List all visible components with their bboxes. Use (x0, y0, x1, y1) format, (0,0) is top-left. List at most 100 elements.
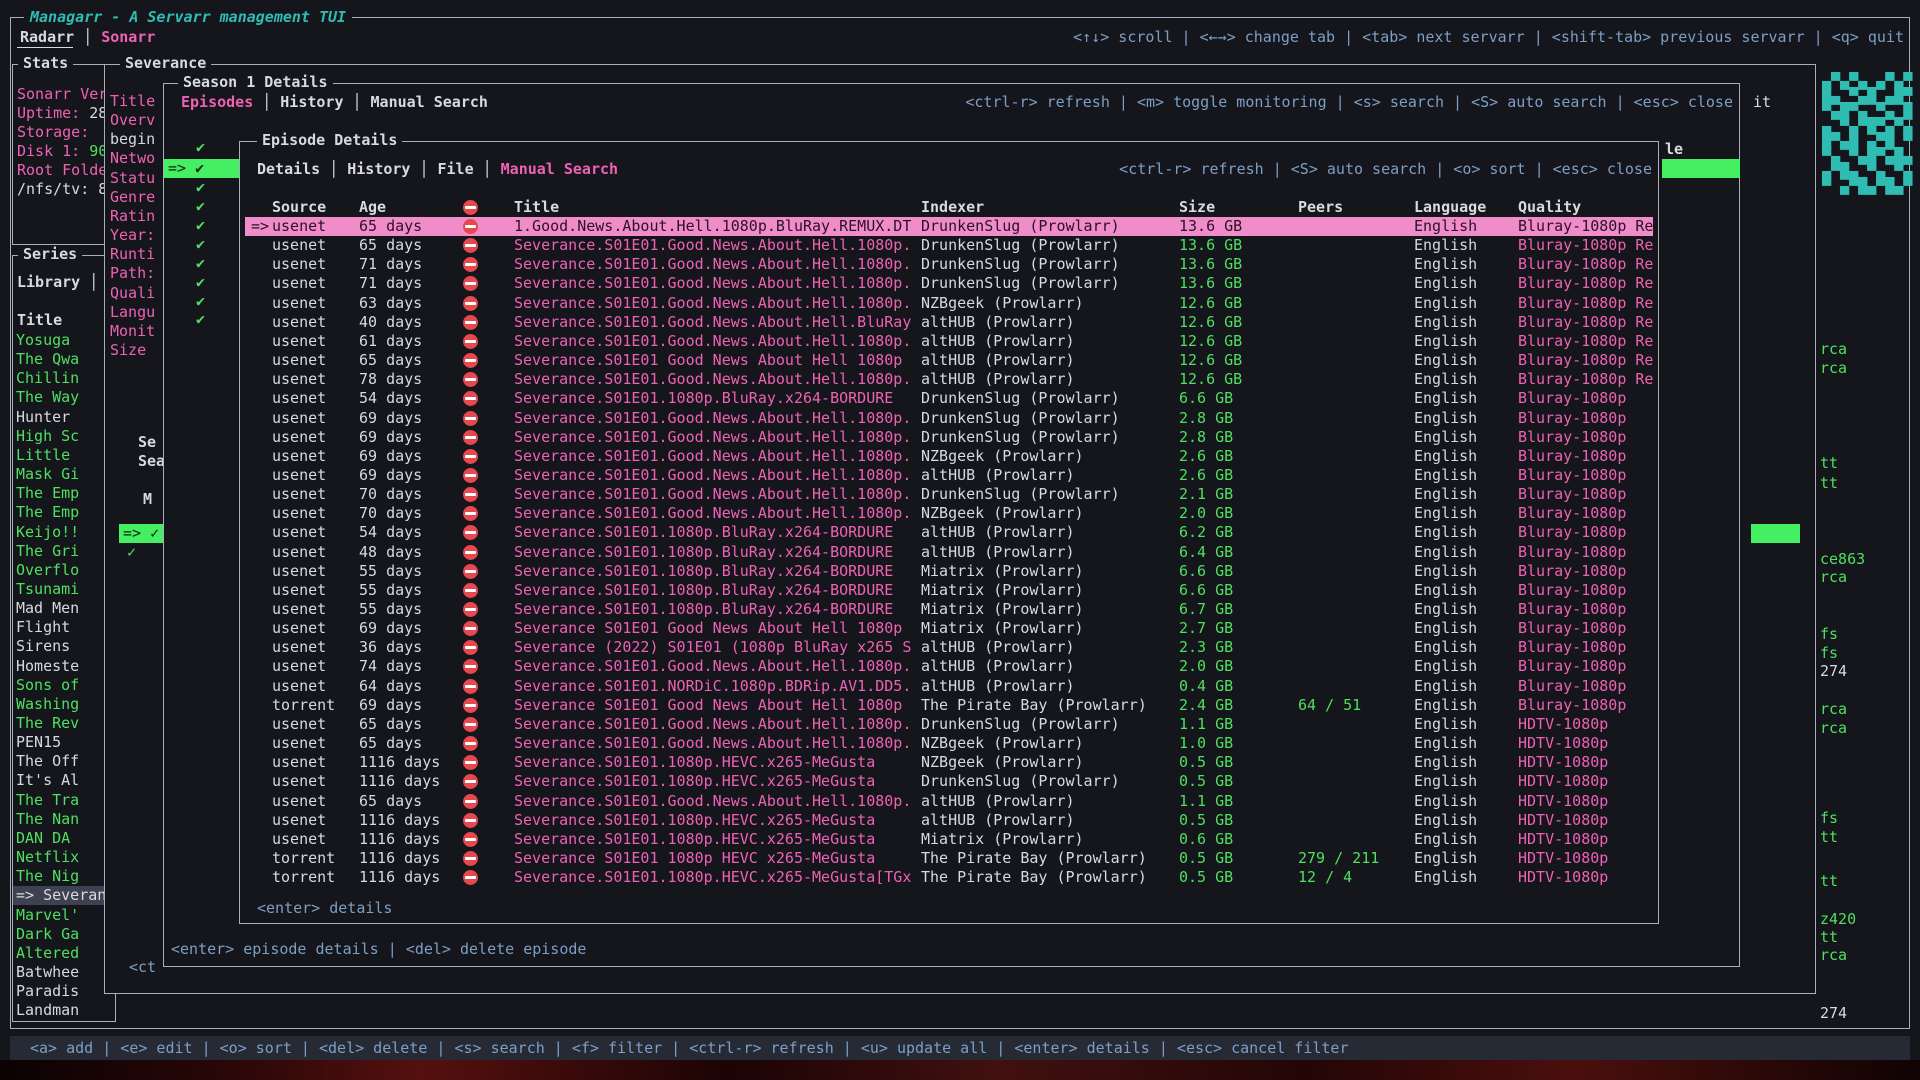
rejected-icon (463, 774, 478, 789)
result-row[interactable]: usenet70 daysSeverance.S01E01.Good.News.… (245, 504, 1653, 523)
cell-title: Severance.S01E01.1080p.HEVC.x265-MeGusta… (514, 868, 911, 887)
series-item[interactable]: Washing (16, 695, 79, 714)
series-item[interactable]: Dark Ga (16, 925, 79, 944)
series-item[interactable]: Keijo!! (16, 523, 79, 542)
result-row[interactable]: usenet69 daysSeverance.S01E01.Good.News.… (245, 428, 1653, 447)
tab-history[interactable]: History (280, 93, 343, 111)
result-row[interactable]: usenet74 daysSeverance.S01E01.Good.News.… (245, 657, 1653, 676)
result-row[interactable]: usenet65 daysSeverance.S01E01.Good.News.… (245, 715, 1653, 734)
tab-manual-search[interactable]: Manual Search (371, 93, 488, 111)
result-row[interactable]: usenet1116 daysSeverance.S01E01.1080p.HE… (245, 753, 1653, 772)
result-row[interactable]: usenet61 daysSeverance.S01E01.Good.News.… (245, 332, 1653, 351)
result-row[interactable]: usenet55 daysSeverance.S01E01.1080p.BluR… (245, 581, 1653, 600)
series-item[interactable]: The Off (16, 752, 79, 771)
series-item-selected[interactable]: => Severan (13, 886, 104, 905)
tab-details[interactable]: Details (257, 160, 320, 178)
rejected-icon (463, 257, 478, 272)
result-row[interactable]: usenet36 daysSeverance (2022) S01E01 (10… (245, 638, 1653, 657)
result-row[interactable]: usenet69 daysSeverance.S01E01.Good.News.… (245, 409, 1653, 428)
cell-source: usenet (272, 811, 326, 830)
result-row[interactable]: usenet78 daysSeverance.S01E01.Good.News.… (245, 370, 1653, 389)
result-row[interactable]: usenet64 daysSeverance.S01E01.NORDiC.108… (245, 677, 1653, 696)
result-row[interactable]: usenet54 daysSeverance.S01E01.1080p.BluR… (245, 389, 1653, 408)
result-row[interactable]: torrent1116 daysSeverance S01E01 1080p H… (245, 849, 1653, 868)
result-row[interactable]: torrent1116 daysSeverance.S01E01.1080p.H… (245, 868, 1653, 887)
cell-size: 12.6 GB (1179, 332, 1242, 351)
series-item[interactable]: Altered (16, 944, 79, 963)
cell-language: English (1414, 772, 1477, 791)
selected-season-row-left[interactable]: => ✓ (119, 524, 164, 543)
series-item[interactable]: The Rev (16, 714, 79, 733)
result-row[interactable]: usenet65 daysSeverance.S01E01.Good.News.… (245, 792, 1653, 811)
result-row[interactable]: usenet1116 daysSeverance.S01E01.1080p.HE… (245, 830, 1653, 849)
series-item[interactable]: Paradis (16, 982, 79, 1001)
result-row[interactable]: torrent69 daysSeverance S01E01 Good News… (245, 696, 1653, 715)
series-item[interactable]: Mask Gi (16, 465, 79, 484)
result-row[interactable]: usenet71 daysSeverance.S01E01.Good.News.… (245, 274, 1653, 293)
result-row[interactable]: usenet48 daysSeverance.S01E01.1080p.BluR… (245, 543, 1653, 562)
series-item[interactable]: Homeste (16, 657, 79, 676)
series-item[interactable]: Landman (16, 1001, 79, 1020)
selected-episode-row-left[interactable]: => ✔ (164, 159, 239, 178)
series-item[interactable]: DAN DA (16, 829, 70, 848)
result-row[interactable]: usenet1116 daysSeverance.S01E01.1080p.HE… (245, 811, 1653, 830)
series-item[interactable]: Batwhee (16, 963, 79, 982)
result-row[interactable]: usenet1116 daysSeverance.S01E01.1080p.HE… (245, 772, 1653, 791)
result-row[interactable]: usenet55 daysSeverance.S01E01.1080p.BluR… (245, 600, 1653, 619)
result-row[interactable]: usenet71 daysSeverance.S01E01.Good.News.… (245, 255, 1653, 274)
series-item[interactable]: The Tra (16, 791, 79, 810)
series-item[interactable]: The Nig (16, 867, 79, 886)
series-item[interactable]: Chillin (16, 369, 79, 388)
tab-file[interactable]: File (438, 160, 474, 178)
series-item[interactable]: Sons of (16, 676, 79, 695)
stats-panel-title: Stats (18, 54, 73, 73)
episode-monitored-check: ✔ (196, 254, 205, 273)
result-row[interactable]: usenet65 daysSeverance.S01E01 Good News … (245, 351, 1653, 370)
series-item[interactable]: The Nan (16, 810, 79, 829)
result-row[interactable]: usenet65 daysSeverance.S01E01.Good.News.… (245, 734, 1653, 753)
series-item[interactable]: Tsunami (16, 580, 79, 599)
result-row[interactable]: usenet65 daysSeverance.S01E01.Good.News.… (245, 236, 1653, 255)
series-item[interactable]: Little (16, 446, 70, 465)
cell-quality: Bluray-1080p Re (1518, 255, 1653, 274)
background-fragment: fs (1820, 625, 1838, 644)
series-item[interactable]: High Sc (16, 427, 79, 446)
tab-history[interactable]: History (347, 160, 410, 178)
result-row[interactable]: usenet55 daysSeverance.S01E01.1080p.BluR… (245, 562, 1653, 581)
cell-quality: Bluray-1080p Re (1518, 332, 1653, 351)
result-row[interactable]: usenet69 daysSeverance S01E01 Good News … (245, 619, 1653, 638)
series-item[interactable]: The Emp (16, 484, 79, 503)
series-item[interactable]: PEN15 (16, 733, 61, 752)
series-item[interactable]: Yosuga (16, 331, 70, 350)
result-row[interactable]: usenet40 daysSeverance.S01E01.Good.News.… (245, 313, 1653, 332)
series-item[interactable]: The Qwa (16, 350, 79, 369)
tab-episodes[interactable]: Episodes (181, 93, 253, 111)
result-row[interactable]: usenet69 daysSeverance.S01E01.Good.News.… (245, 447, 1653, 466)
series-item[interactable]: Netflix (16, 848, 79, 867)
tab-radarr[interactable]: Radarr (20, 28, 74, 46)
result-row[interactable]: usenet63 daysSeverance.S01E01.Good.News.… (245, 294, 1653, 313)
cell-indexer: DrunkenSlug (Prowlarr) (921, 715, 1120, 734)
result-row-selected[interactable]: =>usenet65 days1.Good.News.About.Hell.10… (245, 217, 1653, 236)
series-item[interactable]: The Gri (16, 542, 79, 561)
series-item[interactable]: Sirens (16, 637, 70, 656)
series-item[interactable]: Overflo (16, 561, 79, 580)
tab-sonarr[interactable]: Sonarr (101, 28, 155, 46)
cell-title: Severance.S01E01.NORDiC.1080p.BDRip.AV1.… (514, 677, 911, 696)
result-row[interactable]: usenet69 daysSeverance.S01E01.Good.News.… (245, 466, 1653, 485)
tab-manual-search[interactable]: Manual Search (501, 160, 618, 178)
cell-source: usenet (272, 543, 326, 562)
series-item[interactable]: The Way (16, 388, 79, 407)
background-fragment: tt (1820, 828, 1838, 847)
detail-field-label: Path: (110, 264, 155, 283)
series-item[interactable]: Hunter (16, 408, 70, 427)
result-row[interactable]: usenet70 daysSeverance.S01E01.Good.News.… (245, 485, 1653, 504)
series-item[interactable]: Marvel' (16, 906, 79, 925)
background-fragment: fs (1820, 809, 1838, 828)
series-item[interactable]: Flight (16, 618, 70, 637)
series-item[interactable]: The Emp (16, 503, 79, 522)
result-row[interactable]: usenet54 daysSeverance.S01E01.1080p.BluR… (245, 523, 1653, 542)
series-item[interactable]: It's Al (16, 771, 79, 790)
series-panel-tab-library[interactable]: Library │ (17, 273, 98, 292)
series-item[interactable]: Mad Men (16, 599, 79, 618)
